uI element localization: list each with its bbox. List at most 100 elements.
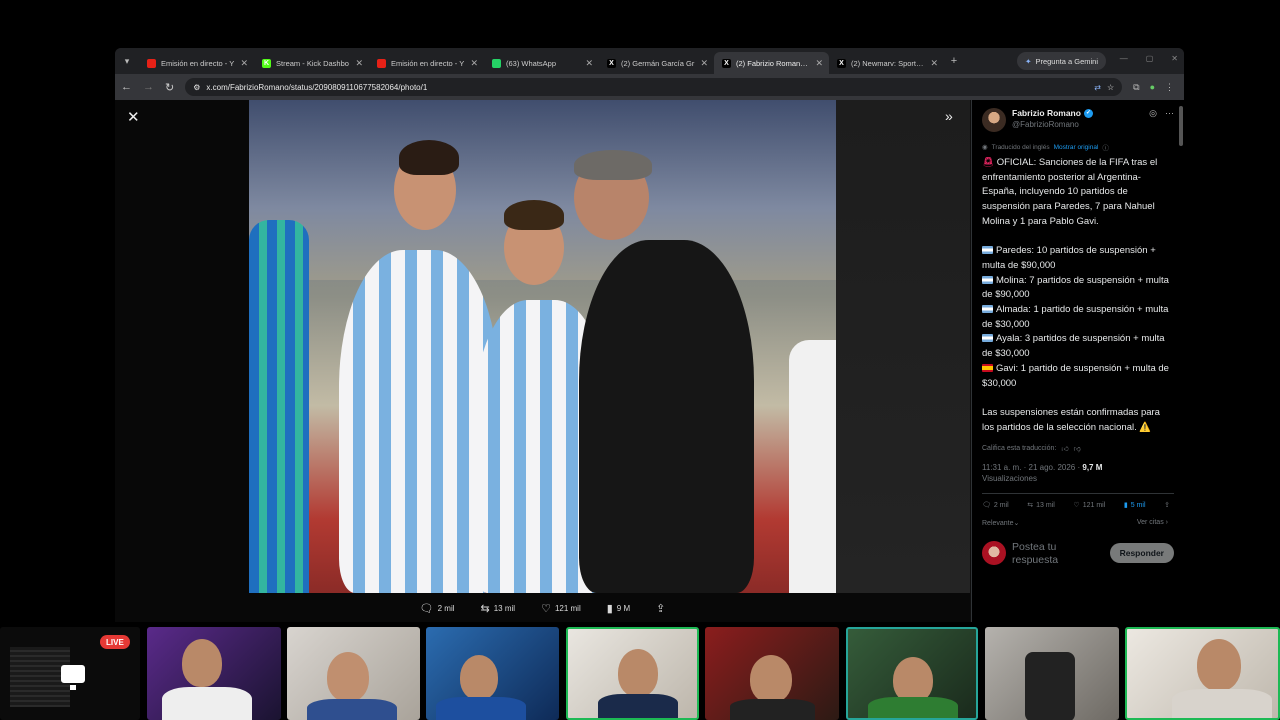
tab-2[interactable]: K Stream - Kick Dashbo ✕ — [254, 52, 369, 74]
view-count: 9 M — [616, 603, 631, 613]
tab-1[interactable]: Emisión en directo - Y ✕ — [139, 52, 254, 74]
tab-close-icon[interactable]: ✕ — [585, 58, 593, 69]
share-action[interactable]: ⇪ — [656, 598, 665, 618]
gemini-label: Pregunta a Gemini — [1035, 56, 1098, 66]
reply-icon: 🗨︎ — [982, 502, 991, 510]
tab-close-icon[interactable]: ✕ — [815, 58, 823, 69]
stat-reposts[interactable]: ⇆ 13 mil — [1027, 501, 1055, 510]
streamer-face — [327, 652, 369, 702]
tab-7[interactable]: X (2) Newmarv: Sport Yo ✕ — [829, 52, 944, 74]
author-avatar[interactable] — [982, 108, 1006, 132]
views-action[interactable]: ▮ 9 M — [607, 598, 630, 618]
screen-share-tile[interactable]: LIVE — [0, 627, 140, 720]
tab-close-icon[interactable]: ✕ — [355, 58, 363, 69]
stat-share[interactable]: ⇪ — [1164, 501, 1170, 509]
gemini-icon: ✦ — [1025, 56, 1032, 66]
tab-4[interactable]: (63) WhatsApp ✕ — [484, 52, 599, 74]
tab-title: (2) Germán García Gr — [621, 58, 695, 68]
tweet-photo[interactable] — [249, 100, 836, 593]
webcam-tile-4[interactable] — [566, 627, 699, 720]
youtube-icon — [147, 58, 156, 68]
stat-bookmarks-count: 5 mil — [1130, 501, 1146, 509]
live-badge: LIVE — [100, 635, 130, 649]
profile-icon[interactable]: ● — [1150, 82, 1155, 93]
streamer-body — [307, 699, 397, 720]
webcam-tile-6[interactable] — [846, 627, 978, 720]
webcam-tile-2[interactable] — [287, 627, 420, 720]
grok-icon[interactable]: ◎ — [1149, 108, 1157, 119]
tab-6[interactable]: X (2) Fabrizio Romano e ✕ — [714, 52, 829, 74]
chevron-right-icon: › — [1165, 519, 1168, 527]
maximize-icon[interactable]: ▢ — [1146, 54, 1154, 63]
show-original-link[interactable]: Mostrar original — [1054, 144, 1099, 151]
heart-icon: ♡ — [1073, 502, 1080, 510]
view-quotes-link[interactable]: Ver citas › — [1137, 519, 1168, 527]
webcam-tile-3[interactable] — [426, 627, 559, 720]
view-quotes-label: Ver citas — [1136, 519, 1164, 527]
tab-3[interactable]: Emisión en directo - Y ✕ — [369, 52, 484, 74]
stat-replies[interactable]: 🗨︎ 2 mil — [982, 501, 1009, 510]
timestamp[interactable]: 11:31 a. m. · 21 ago. 2026 · — [982, 463, 1080, 472]
repost-icon: ⇆ — [1027, 502, 1034, 510]
tweet-meta: 11:31 a. m. · 21 ago. 2026 · 9,7 M Visua… — [982, 462, 1174, 484]
thumbs-up-icon[interactable]: 👍︎ — [1061, 444, 1068, 453]
gemini-button[interactable]: ✦ Pregunta a Gemini — [1017, 52, 1106, 70]
streamer-face — [750, 655, 792, 703]
tab-close-icon[interactable]: ✕ — [470, 58, 478, 69]
author-display-name[interactable]: Fabrizio Romano ✓ — [1012, 108, 1143, 119]
author-actions: ◎ ··· — [1149, 108, 1174, 119]
toolbar: ← → ↻ ⚙ x.com/FabrizioRomano/status/2090… — [115, 74, 1184, 100]
extensions-icon[interactable]: ⧉ — [1133, 82, 1139, 93]
webcam-tile-5[interactable] — [705, 627, 839, 720]
extension-icons: ⧉ ● ⋮ — [1133, 82, 1174, 93]
sanction-text: Almada: 1 partido de suspensión + multa … — [982, 304, 1169, 330]
webcam-tile-7[interactable] — [985, 627, 1119, 720]
scrollbar[interactable] — [1179, 106, 1183, 146]
tab-search-icon[interactable]: ▾ — [115, 48, 139, 74]
browser-window: ▾ Emisión en directo - Y ✕ K Stream - Kick … — [115, 48, 1184, 622]
tab-close-icon[interactable]: ✕ — [930, 58, 938, 69]
reply-input[interactable]: Postea tu respuesta — [1012, 541, 1104, 567]
menu-icon[interactable]: ⋮ — [1165, 82, 1174, 93]
rate-translation: Califica esta traducción: 👍︎ 👎︎ — [982, 444, 1174, 453]
reply-button[interactable]: Responder — [1109, 543, 1174, 564]
address-bar[interactable]: ⚙ x.com/FabrizioRomano/status/2090809110… — [185, 78, 1123, 96]
info-icon[interactable]: ⓘ — [1102, 142, 1109, 152]
sort-label: Relevante — [982, 520, 1014, 528]
repost-action[interactable]: ⇆ 13 mil — [481, 598, 516, 618]
stat-likes[interactable]: ♡ 121 mil — [1073, 501, 1105, 510]
tweet-outro: Las suspensiones están confirmadas para … — [982, 406, 1160, 433]
webcam-tile-1[interactable] — [147, 627, 281, 720]
tab-close-icon[interactable]: ✕ — [240, 58, 248, 69]
forward-icon[interactable]: → — [143, 81, 154, 93]
bookmark-icon: ▮ — [1123, 502, 1128, 510]
stat-bookmarks[interactable]: ▮ 5 mil — [1123, 501, 1146, 510]
streamer-body — [162, 687, 252, 720]
youtube-icon — [377, 58, 386, 68]
sort-dropdown[interactable]: Relevante⌄ — [982, 519, 1019, 527]
webcam-tile-8[interactable] — [1125, 627, 1280, 720]
expand-sidebar-icon[interactable]: » — [945, 108, 953, 124]
close-viewer-icon[interactable]: ✕ — [127, 108, 140, 126]
url-text: x.com/FabrizioRomano/status/209080911067… — [206, 82, 428, 92]
new-tab-icon[interactable]: + — [944, 55, 964, 67]
user-avatar[interactable] — [982, 541, 1006, 566]
window-controls: — ▢ ✕ — [1120, 54, 1178, 63]
back-icon[interactable]: ← — [121, 81, 132, 93]
tab-5[interactable]: X (2) Germán García Gr ✕ — [599, 52, 714, 74]
translate-icon[interactable]: ⇄ — [1094, 83, 1101, 92]
sanction-text: Molina: 7 partidos de suspensión + multa… — [982, 274, 1169, 301]
site-info-icon[interactable]: ⚙ — [193, 83, 200, 92]
thumbs-down-icon[interactable]: 👎︎ — [1074, 444, 1081, 453]
close-window-icon[interactable]: ✕ — [1171, 54, 1178, 63]
bookmark-star-icon[interactable]: ☆ — [1107, 83, 1114, 92]
more-options-icon[interactable]: ··· — [1165, 108, 1174, 119]
like-action[interactable]: ♡ 121 mil — [541, 598, 581, 618]
tab-close-icon[interactable]: ✕ — [700, 58, 708, 69]
reload-icon[interactable]: ↻ — [165, 81, 174, 94]
author-handle[interactable]: @FabrizioRomano — [1012, 119, 1143, 130]
minimize-icon[interactable]: — — [1120, 54, 1128, 63]
reply-icon: 🗨︎ — [419, 602, 434, 615]
reply-action[interactable]: 🗨︎ 2 mil — [420, 598, 455, 618]
